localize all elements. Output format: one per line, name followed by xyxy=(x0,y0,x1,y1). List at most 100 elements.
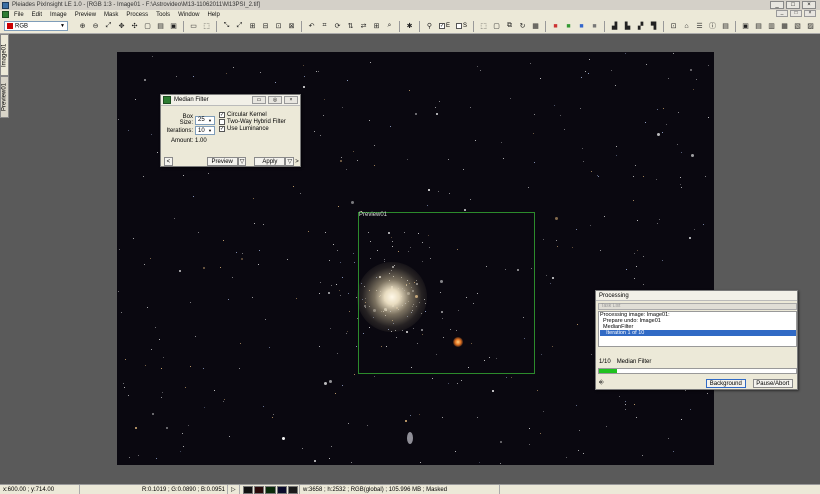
tab-preview01[interactable]: Preview01 xyxy=(0,76,9,118)
histogram-icon[interactable]: ▟ xyxy=(610,22,619,31)
color-swatch xyxy=(287,485,299,494)
two-way-hybrid-checkbox[interactable]: Two-Way Hybrid Filter xyxy=(219,119,286,125)
zoom-1-icon[interactable]: ⤢ xyxy=(235,22,244,31)
menu-edit[interactable]: Edit xyxy=(32,12,42,18)
menu-preview[interactable]: Preview xyxy=(75,12,96,18)
view-4-icon[interactable]: ▦ xyxy=(780,22,789,31)
zoom-in-icon[interactable]: ⊕ xyxy=(78,22,87,31)
preview-rectangle[interactable] xyxy=(358,212,535,374)
use-luminance-checkbox[interactable]: ✓ Use Luminance xyxy=(219,126,269,132)
median-filter-titlebar[interactable]: Median Filter ▭ ◎ × xyxy=(161,95,300,106)
save-icon[interactable]: ▣ xyxy=(169,22,178,31)
play-icon[interactable]: ▷ xyxy=(228,485,240,494)
move-icon[interactable]: ✣ xyxy=(130,22,139,31)
menu-window[interactable]: Window xyxy=(178,12,199,18)
crop-icon[interactable]: ⌗ xyxy=(320,22,329,31)
background-button[interactable]: Background xyxy=(705,379,746,388)
history-icon[interactable]: ☰ xyxy=(695,22,704,31)
mask-icon[interactable]: ■ xyxy=(564,22,573,31)
chart-icon[interactable]: ▞ xyxy=(636,22,645,31)
explorer-icon[interactable]: ⌂ xyxy=(682,22,691,31)
apply-menu-button[interactable]: ▽ xyxy=(285,157,295,166)
star xyxy=(161,368,163,370)
dialog-shade-button[interactable]: ▭ xyxy=(252,96,266,104)
preview-menu-button[interactable]: ▽ xyxy=(237,157,247,166)
pattern-icon[interactable]: ▦ xyxy=(531,22,540,31)
dialog-reset-button[interactable]: ◎ xyxy=(268,96,282,104)
processing-titlebar[interactable]: Processing xyxy=(596,291,797,301)
dialog-close-button[interactable]: × xyxy=(284,96,298,104)
color-mode-select[interactable]: RGB ▼ xyxy=(4,21,68,31)
amount-value[interactable]: 1.00 xyxy=(195,138,207,144)
zoom-2-icon[interactable]: ⊞ xyxy=(248,22,257,31)
side-tabs: Image01 Preview01 xyxy=(0,34,10,118)
menu-image[interactable]: Image xyxy=(50,12,67,18)
close-button[interactable]: × xyxy=(802,1,816,9)
zoom-4-icon[interactable]: ⊡ xyxy=(274,22,283,31)
copy-icon[interactable]: ⧉ xyxy=(505,22,514,31)
menu-process[interactable]: Process xyxy=(126,12,148,18)
minimize-button[interactable]: _ xyxy=(770,1,784,9)
box-size-select[interactable]: 25 ▼ xyxy=(195,115,215,125)
dialog-nav-left-button[interactable]: < xyxy=(164,157,173,166)
view-2-icon[interactable]: ▤ xyxy=(754,22,763,31)
zoom-out-icon[interactable]: ⊖ xyxy=(91,22,100,31)
preview-icon[interactable]: ▢ xyxy=(492,22,501,31)
checkbox-checked-icon: ✓ xyxy=(439,23,445,29)
fit-icon[interactable]: ⤡ xyxy=(222,22,231,31)
star xyxy=(315,71,317,73)
view-3-icon[interactable]: ▥ xyxy=(767,22,776,31)
preview-button[interactable]: Preview xyxy=(206,157,238,166)
doc-close-button[interactable]: × xyxy=(804,10,816,17)
view-5-icon[interactable]: ▧ xyxy=(793,22,802,31)
open-icon[interactable]: ▤ xyxy=(156,22,165,31)
info-icon[interactable]: ⓘ xyxy=(708,22,717,31)
pause-abort-button[interactable]: Pause/Abort xyxy=(752,379,793,388)
zoom-3-icon[interactable]: ⊟ xyxy=(261,22,270,31)
menu-mask[interactable]: Mask xyxy=(104,12,118,18)
toolbar-check-s[interactable]: S xyxy=(456,23,467,29)
new-preview-icon[interactable]: ⬚ xyxy=(479,22,488,31)
menu-file[interactable]: File xyxy=(14,12,24,18)
maximize-button[interactable]: □ xyxy=(786,1,800,9)
doc-restore-button[interactable]: □ xyxy=(790,10,802,17)
dialog-nav-right-button[interactable]: > xyxy=(295,157,299,166)
iterations-select[interactable]: 10 ▼ xyxy=(195,126,215,135)
tab-image01[interactable]: Image01 xyxy=(0,34,9,76)
process-console-icon[interactable]: ⊡ xyxy=(669,22,678,31)
resample-icon[interactable]: ⊞ xyxy=(372,22,381,31)
terminal-icon[interactable]: ⎆ xyxy=(599,380,604,387)
new-icon[interactable]: ▢ xyxy=(143,22,152,31)
menu-tools[interactable]: Tools xyxy=(156,12,170,18)
star xyxy=(337,249,339,251)
document-icon[interactable] xyxy=(2,11,9,18)
star-icon[interactable]: ✱ xyxy=(405,22,414,31)
pan-icon[interactable]: ✥ xyxy=(117,22,126,31)
curves-icon[interactable]: ▙ xyxy=(623,22,632,31)
app-icon xyxy=(2,1,9,9)
view-1-icon[interactable]: ▣ xyxy=(741,22,750,31)
zoom-5-icon[interactable]: ⊠ xyxy=(287,22,296,31)
select-icon[interactable]: ⬚ xyxy=(202,22,211,31)
toolbar-check-e[interactable]: ✓ E xyxy=(439,23,450,29)
mirror-icon[interactable]: ⇄ xyxy=(359,22,368,31)
menu-help[interactable]: Help xyxy=(207,12,219,18)
refresh-icon[interactable]: ↻ xyxy=(518,22,527,31)
pin-icon[interactable]: ⚲ xyxy=(425,22,434,31)
frame-icon[interactable]: ▭ xyxy=(189,22,198,31)
flip-icon[interactable]: ⇅ xyxy=(346,22,355,31)
doc-minimize-button[interactable]: _ xyxy=(776,10,788,17)
apply-button[interactable]: Apply xyxy=(254,157,286,166)
circular-kernel-checkbox[interactable]: ✓ Circular Kernel xyxy=(219,112,267,118)
channel-icon[interactable]: ■ xyxy=(577,22,586,31)
star xyxy=(637,250,639,252)
invert-icon[interactable]: ■ xyxy=(590,22,599,31)
view-6-icon[interactable]: ▨ xyxy=(806,22,815,31)
stats-icon[interactable]: ▜ xyxy=(649,22,658,31)
rotate-icon[interactable]: ⟳ xyxy=(333,22,342,31)
zoom-fit-icon[interactable]: ⤢ xyxy=(104,22,113,31)
format-icon[interactable]: ▤ xyxy=(721,22,730,31)
color-palette-icon[interactable]: ■ xyxy=(551,22,560,31)
magnify-icon[interactable]: ⌕ xyxy=(385,22,394,31)
undo-icon[interactable]: ↶ xyxy=(307,22,316,31)
